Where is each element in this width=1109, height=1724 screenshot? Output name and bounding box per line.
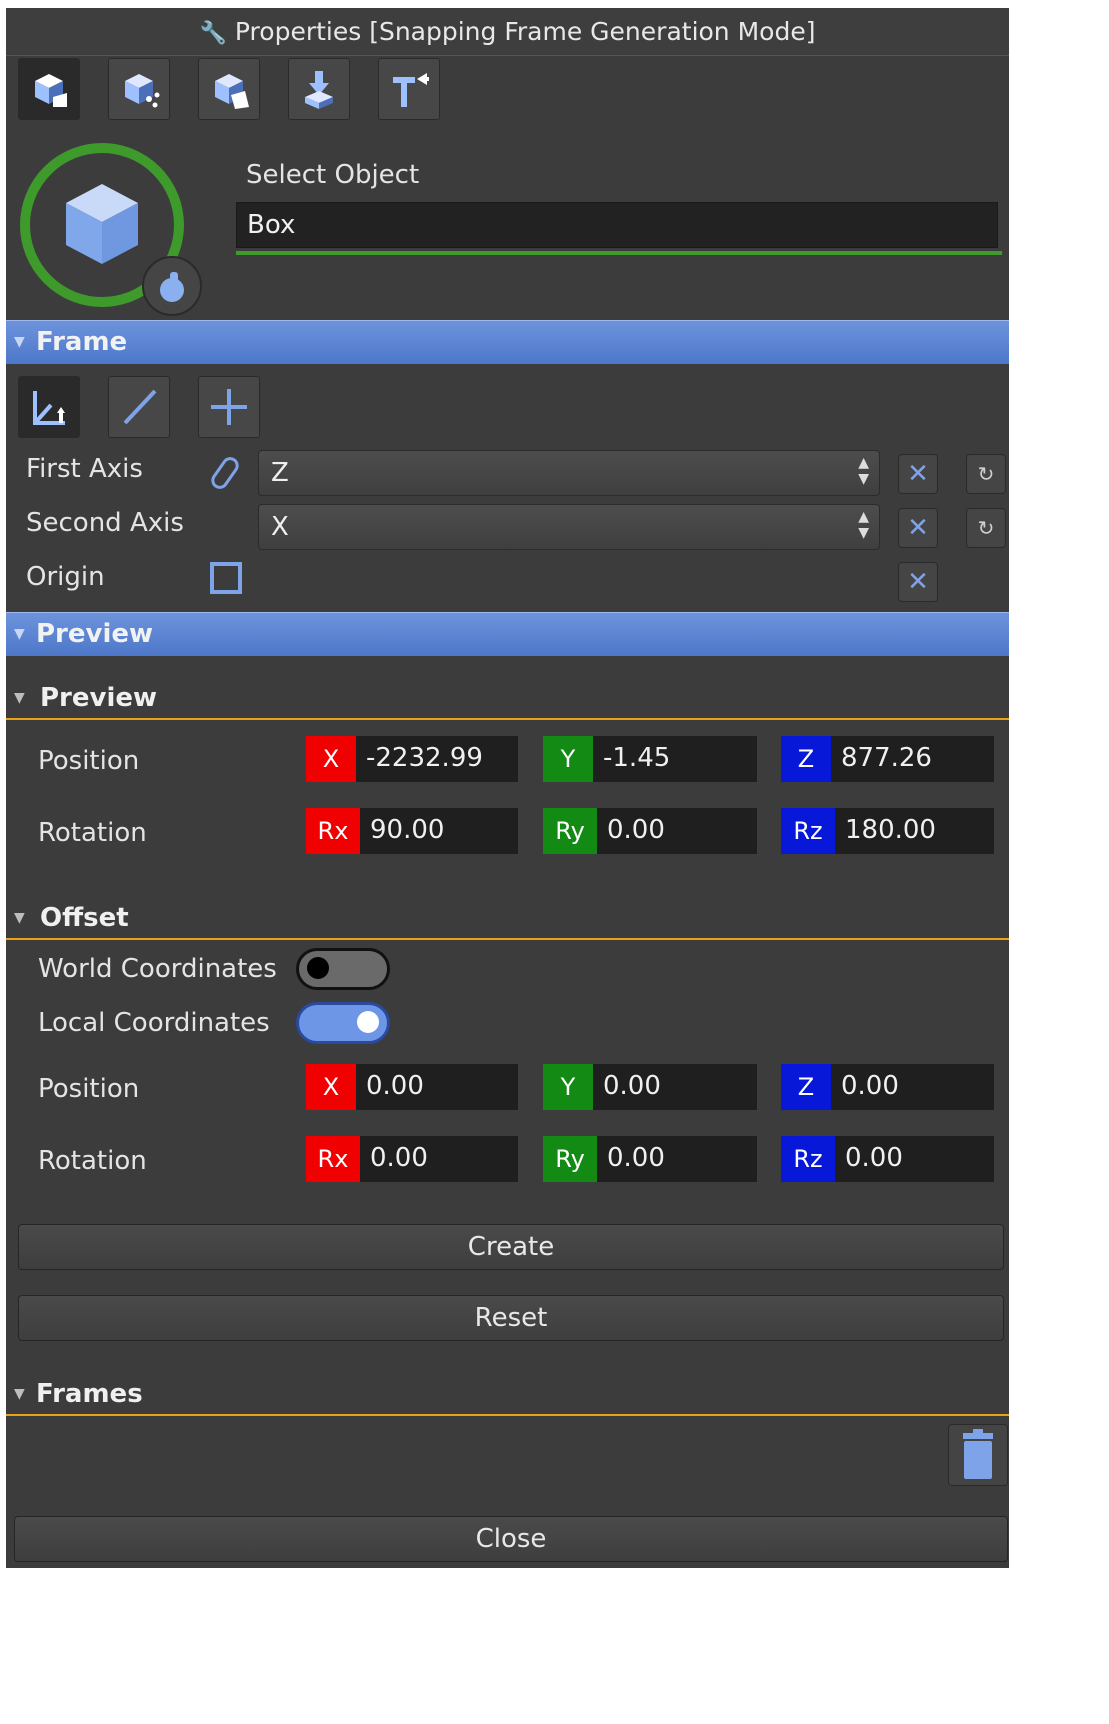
preview-section-header[interactable]: ▼ Preview [6, 612, 1009, 656]
delete-frames-button[interactable] [948, 1424, 1008, 1486]
toggle-knob [357, 1011, 379, 1033]
frame-section-header[interactable]: ▼ Frame [6, 320, 1009, 364]
mode-axis-icon [393, 73, 429, 107]
ry-tag: Ry [543, 1136, 597, 1182]
pick-object-button[interactable] [142, 256, 202, 316]
offset-rotation-y[interactable]: 0.00 [597, 1136, 757, 1182]
local-coordinates-label: Local Coordinates [38, 1008, 270, 1038]
preview-rotation-x[interactable]: 90.00 [360, 808, 518, 854]
first-axis-refresh-button[interactable]: ↻ [966, 454, 1006, 494]
offset-subsection-header[interactable]: ▼ Offset [6, 898, 1009, 940]
preview-subsection-header[interactable]: ▼ Preview [6, 678, 1009, 720]
close-icon: ✕ [907, 459, 929, 489]
rz-tag: Rz [781, 808, 835, 854]
close-icon: ✕ [907, 513, 929, 543]
line-icon [123, 389, 157, 425]
origin-label: Origin [26, 562, 105, 592]
preview-position-y[interactable]: -1.45 [593, 736, 757, 782]
x-tag: X [306, 736, 356, 782]
collapse-triangle-icon: ▼ [14, 910, 25, 926]
z-tag: Z [781, 736, 831, 782]
preview-rotation-y[interactable]: 0.00 [597, 808, 757, 854]
select-object-underline [236, 251, 1002, 255]
wrench-icon: 🔧 [199, 21, 227, 46]
first-axis-select[interactable]: Z ▲ ▼ [258, 450, 880, 496]
rz-tag: Rz [781, 1136, 835, 1182]
preview-rotation-z[interactable]: 180.00 [835, 808, 994, 854]
rx-tag: Rx [306, 808, 360, 854]
offset-position-y[interactable]: 0.00 [593, 1064, 757, 1110]
collapse-triangle-icon: ▼ [14, 626, 25, 642]
mode-surface-icon [215, 74, 249, 109]
close-icon: ✕ [907, 567, 929, 597]
world-coordinates-label: World Coordinates [38, 954, 277, 984]
mode-drop-button[interactable] [288, 58, 350, 120]
second-axis-select[interactable]: X ▲ ▼ [258, 504, 880, 550]
refresh-icon: ↻ [977, 462, 995, 486]
preview-rotation-label: Rotation [38, 818, 147, 848]
world-coordinates-toggle[interactable] [296, 948, 390, 990]
y-tag: Y [543, 1064, 593, 1110]
select-object-label: Select Object [246, 160, 420, 190]
panel-title: Properties [Snapping Frame Generation Mo… [234, 17, 816, 46]
mode-points-button[interactable] [108, 58, 170, 120]
create-button[interactable]: Create [18, 1224, 1004, 1270]
frame-point-button[interactable] [198, 376, 260, 438]
collapse-triangle-icon: ▼ [14, 334, 25, 350]
collapse-triangle-icon: ▼ [14, 690, 25, 706]
close-button[interactable]: Close [14, 1516, 1008, 1562]
axes-icon [33, 391, 65, 425]
second-axis-clear-button[interactable]: ✕ [898, 508, 938, 548]
second-axis-refresh-button[interactable]: ↻ [966, 508, 1006, 548]
local-coordinates-toggle[interactable] [296, 1002, 390, 1044]
mode-drop-icon [305, 71, 333, 109]
mode-object-button[interactable] [18, 58, 80, 120]
preview-position-x[interactable]: -2232.99 [356, 736, 518, 782]
paperclip-icon[interactable] [208, 453, 248, 493]
reset-button[interactable]: Reset [18, 1295, 1004, 1341]
collapse-triangle-icon: ▼ [14, 1386, 25, 1402]
offset-position-label: Position [38, 1074, 140, 1104]
trash-icon [963, 1429, 993, 1479]
ry-tag: Ry [543, 808, 597, 854]
offset-rotation-label: Rotation [38, 1146, 147, 1176]
preview-position-z[interactable]: 877.26 [831, 736, 994, 782]
offset-rotation-z[interactable]: 0.00 [835, 1136, 994, 1182]
spinner-arrows-icon: ▲ ▼ [858, 509, 869, 541]
select-object-field[interactable]: Box [236, 202, 998, 248]
y-tag: Y [543, 736, 593, 782]
preview-position-label: Position [38, 746, 140, 776]
frames-subsection-header[interactable]: ▼ Frames [6, 1374, 1009, 1416]
title-bar: 🔧 Properties [Snapping Frame Generation M… [6, 8, 1009, 56]
mode-surface-button[interactable] [198, 58, 260, 120]
first-axis-label: First Axis [26, 454, 143, 484]
rx-tag: Rx [306, 1136, 360, 1182]
origin-square-icon[interactable] [210, 562, 242, 594]
frame-axes-button[interactable] [18, 376, 80, 438]
second-axis-label: Second Axis [26, 508, 184, 538]
frame-line-button[interactable] [108, 376, 170, 438]
first-axis-clear-button[interactable]: ✕ [898, 454, 938, 494]
mode-object-icon [35, 74, 67, 107]
hand-pointer-icon [160, 272, 184, 302]
z-tag: Z [781, 1064, 831, 1110]
spinner-arrows-icon: ▲ ▼ [858, 455, 869, 487]
refresh-icon: ↻ [977, 516, 995, 540]
offset-rotation-x[interactable]: 0.00 [360, 1136, 518, 1182]
properties-panel: 🔧 Properties [Snapping Frame Generation M… [6, 8, 1009, 1568]
offset-position-x[interactable]: 0.00 [356, 1064, 518, 1110]
plus-icon [211, 389, 247, 425]
x-tag: X [306, 1064, 356, 1110]
mode-points-icon [125, 74, 160, 108]
toggle-knob [307, 957, 329, 979]
origin-clear-button[interactable]: ✕ [898, 562, 938, 602]
mode-axis-button[interactable] [378, 58, 440, 120]
offset-position-z[interactable]: 0.00 [831, 1064, 994, 1110]
